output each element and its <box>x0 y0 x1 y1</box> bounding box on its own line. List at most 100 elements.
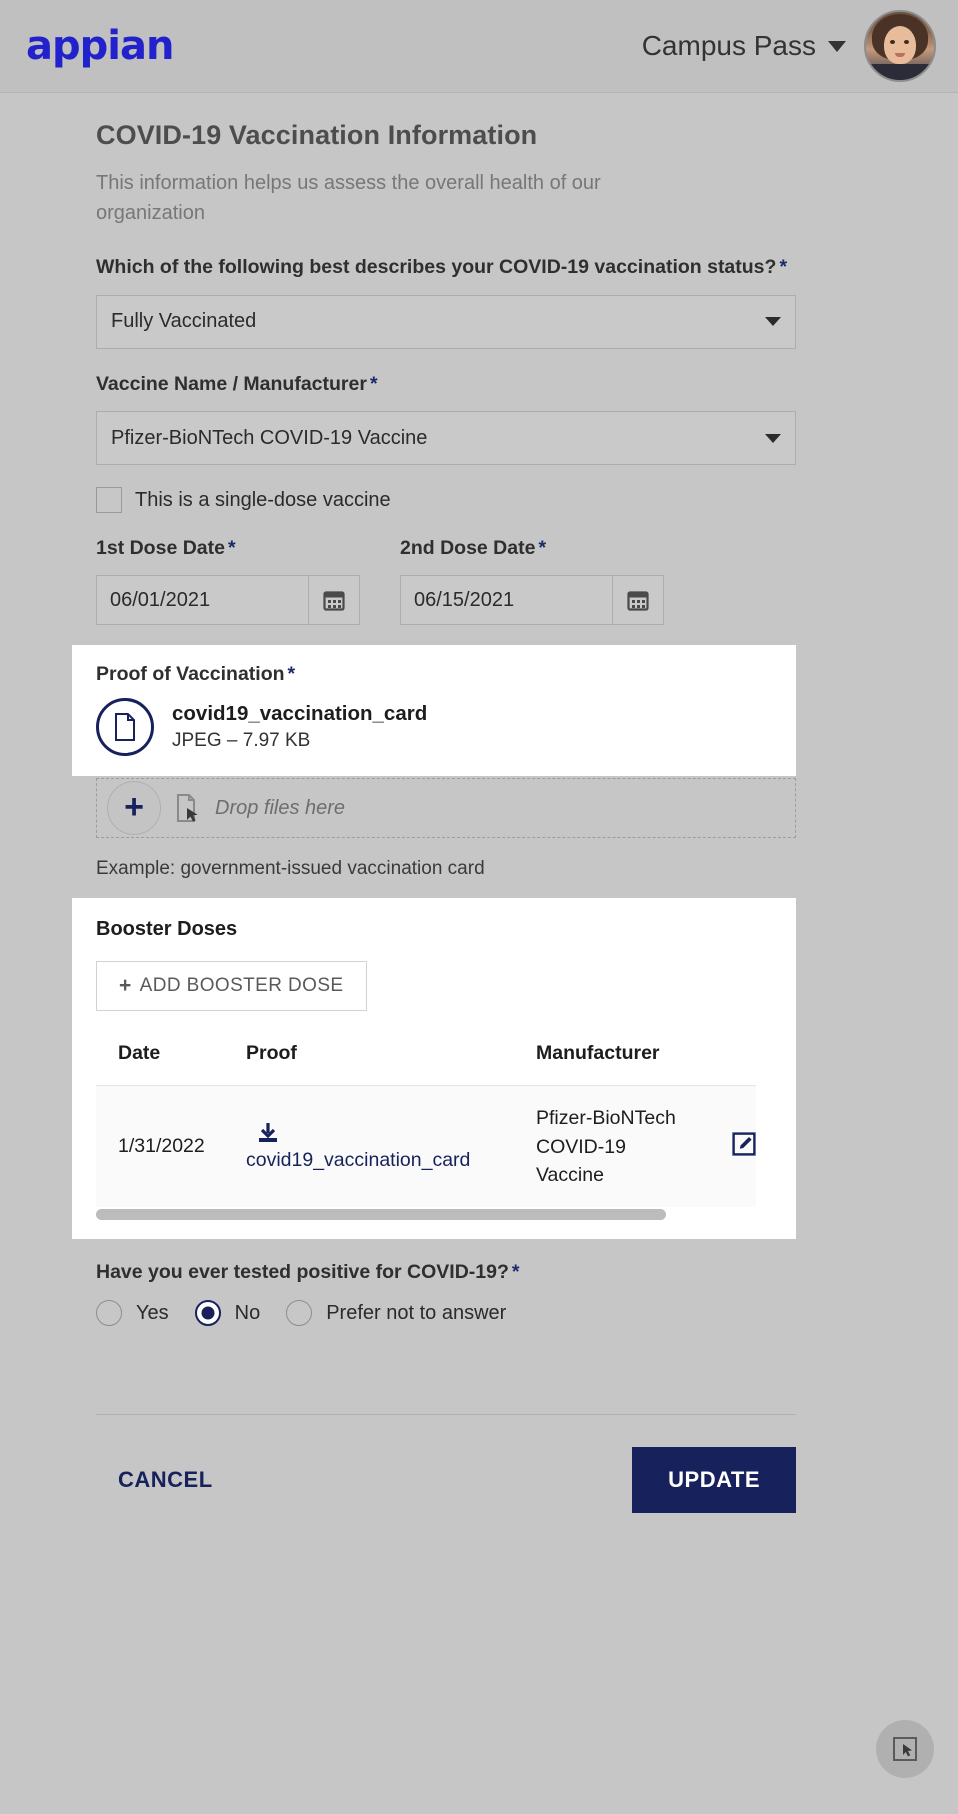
cancel-button[interactable]: CANCEL <box>96 1453 235 1507</box>
column-header-date[interactable]: Date <box>96 1039 246 1087</box>
required-marker: * <box>538 537 547 560</box>
cursor-indicator-button[interactable] <box>876 1720 934 1778</box>
dose2-field: 2nd Dose Date * 06/15/2021 <box>400 535 664 626</box>
tested-positive-question-text: Have you ever tested positive for COVID-… <box>96 1261 509 1284</box>
proof-label-text: Proof of Vaccination <box>96 663 285 686</box>
radio-no[interactable] <box>194 1300 221 1327</box>
file-info: covid19_vaccination_card JPEG – 7.97 KB <box>172 702 427 752</box>
table-row: 1/31/2022 covid19_vaccination_card Pfize… <box>96 1085 756 1208</box>
dose2-datebox: 06/15/2021 <box>400 575 664 626</box>
single-dose-checkbox[interactable] <box>96 487 122 514</box>
status-question-label: Which of the following best describes yo… <box>96 254 796 282</box>
radio-label-prefer-not: Prefer not to answer <box>326 1301 507 1324</box>
appian-logo[interactable]: appian <box>26 26 174 66</box>
radio-yes[interactable] <box>96 1300 122 1327</box>
required-marker: * <box>287 663 296 686</box>
calendar-icon <box>323 591 345 611</box>
booster-doses-title: Booster Doses <box>96 918 238 941</box>
single-dose-checkbox-row[interactable]: This is a single-dose vaccine <box>96 487 796 514</box>
dose2-label-text: 2nd Dose Date <box>400 537 536 560</box>
header-right-group: Campus Pass <box>642 10 936 82</box>
chevron-down-icon <box>765 433 781 443</box>
tested-positive-radio-group: Yes No Prefer not to answer <box>96 1300 796 1327</box>
download-icon[interactable] <box>256 1121 280 1145</box>
required-marker: * <box>779 256 788 278</box>
dose2-calendar-button[interactable] <box>612 575 664 626</box>
page-body: COVID-19 Vaccination Information This in… <box>0 120 958 1514</box>
dose1-date-input[interactable]: 06/01/2021 <box>96 575 308 626</box>
column-header-proof[interactable]: Proof <box>246 1039 536 1087</box>
radio-label-no: No <box>234 1301 261 1324</box>
vaccination-form: COVID-19 Vaccination Information This in… <box>72 120 796 1514</box>
scrollbar-thumb[interactable] <box>96 1209 666 1221</box>
dose-dates-group: 1st Dose Date * 06/01/2021 2nd Dose Date… <box>96 535 796 626</box>
table-body: 1/31/2022 covid19_vaccination_card Pfize… <box>96 1085 756 1208</box>
vaccination-status-dropdown[interactable]: Fully Vaccinated <box>96 294 796 349</box>
avatar-eye-right <box>904 40 909 44</box>
document-icon <box>96 698 154 757</box>
dose2-date-input[interactable]: 06/15/2021 <box>400 575 612 626</box>
drop-file-icon <box>177 794 198 823</box>
add-booster-dose-button[interactable]: + ADD BOOSTER DOSE <box>96 961 367 1012</box>
table-horizontal-scrollbar[interactable] <box>96 1207 736 1222</box>
radio-prefer-not[interactable] <box>286 1300 313 1327</box>
dose1-label: 1st Dose Date * <box>96 535 360 563</box>
dose1-datebox: 06/01/2021 <box>96 575 360 626</box>
dose1-field: 1st Dose Date * 06/01/2021 <box>96 535 360 626</box>
dose1-label-text: 1st Dose Date <box>96 537 225 560</box>
status-question-text: Which of the following best describes yo… <box>96 256 777 278</box>
plus-icon: + <box>119 973 132 997</box>
vaccine-name-value: Pfizer-BioNTech COVID-19 Vaccine <box>111 426 428 449</box>
cell-proof: covid19_vaccination_card <box>246 1085 536 1208</box>
required-marker: * <box>511 1261 520 1284</box>
site-switcher[interactable]: Campus Pass <box>642 30 846 62</box>
booster-doses-table: Date Proof Manufacturer 1/31/2022 covid1… <box>96 1039 756 1208</box>
calendar-icon <box>627 591 649 611</box>
tested-positive-question: Have you ever tested positive for COVID-… <box>96 1261 796 1284</box>
edit-icon[interactable] <box>732 1132 756 1156</box>
proof-download-link[interactable]: covid19_vaccination_card <box>246 1149 536 1172</box>
proof-example-text: Example: government-issued vaccination c… <box>96 858 485 880</box>
page-subtitle: This information helps us assess the ove… <box>96 172 601 224</box>
page-title: COVID-19 Vaccination Information <box>96 120 538 150</box>
add-booster-dose-label: ADD BOOSTER DOSE <box>139 975 344 997</box>
app-header: appian Campus Pass <box>0 0 958 93</box>
table-header-row: Date Proof Manufacturer <box>96 1039 756 1087</box>
cell-manufacturer: Pfizer-BioNTech COVID-19 Vaccine <box>536 1085 696 1208</box>
avatar-face <box>884 26 916 64</box>
dose2-label: 2nd Dose Date * <box>400 535 664 563</box>
plus-icon: + <box>124 788 144 827</box>
chevron-down-icon <box>765 317 781 327</box>
vaccination-status-value: Fully Vaccinated <box>111 310 257 333</box>
pointer-icon <box>893 1737 917 1761</box>
avatar-body <box>866 64 934 80</box>
update-button[interactable]: UPDATE <box>632 1447 796 1514</box>
column-header-manufacturer[interactable]: Manufacturer <box>536 1039 696 1087</box>
column-header-actions <box>696 1039 756 1087</box>
uploaded-file-row[interactable]: covid19_vaccination_card JPEG – 7.97 KB <box>96 698 772 757</box>
proof-of-vaccination-section: Proof of Vaccination * covid19_vaccinatio… <box>72 645 796 777</box>
site-name-label: Campus Pass <box>641 30 816 61</box>
dose1-calendar-button[interactable] <box>308 575 360 626</box>
document-glyph <box>115 713 135 742</box>
single-dose-label: This is a single-dose vaccine <box>135 488 391 511</box>
dropzone-text: Drop files here <box>215 796 346 819</box>
booster-doses-section: Booster Doses + ADD BOOSTER DOSE Date Pr… <box>72 898 796 1240</box>
table-header: Date Proof Manufacturer <box>96 1039 756 1087</box>
vaccine-name-dropdown[interactable]: Pfizer-BioNTech COVID-19 Vaccine <box>96 411 796 466</box>
add-file-button[interactable]: + <box>107 781 161 836</box>
file-dropzone[interactable]: + Drop files here <box>96 778 796 839</box>
vaccine-name-label: Vaccine Name / Manufacturer * <box>96 371 796 399</box>
required-marker: * <box>369 372 378 395</box>
cell-actions <box>696 1085 756 1208</box>
radio-label-yes: Yes <box>136 1301 169 1324</box>
required-marker: * <box>227 537 236 560</box>
form-actions: CANCEL UPDATE <box>96 1447 796 1514</box>
vaccine-name-text: Vaccine Name / Manufacturer <box>96 372 367 395</box>
file-meta: JPEG – 7.97 KB <box>172 729 311 751</box>
file-name: covid19_vaccination_card <box>172 702 428 726</box>
proof-label: Proof of Vaccination * <box>96 663 772 686</box>
avatar[interactable] <box>864 10 936 82</box>
chevron-down-icon <box>828 40 846 52</box>
footer-divider <box>96 1414 796 1416</box>
